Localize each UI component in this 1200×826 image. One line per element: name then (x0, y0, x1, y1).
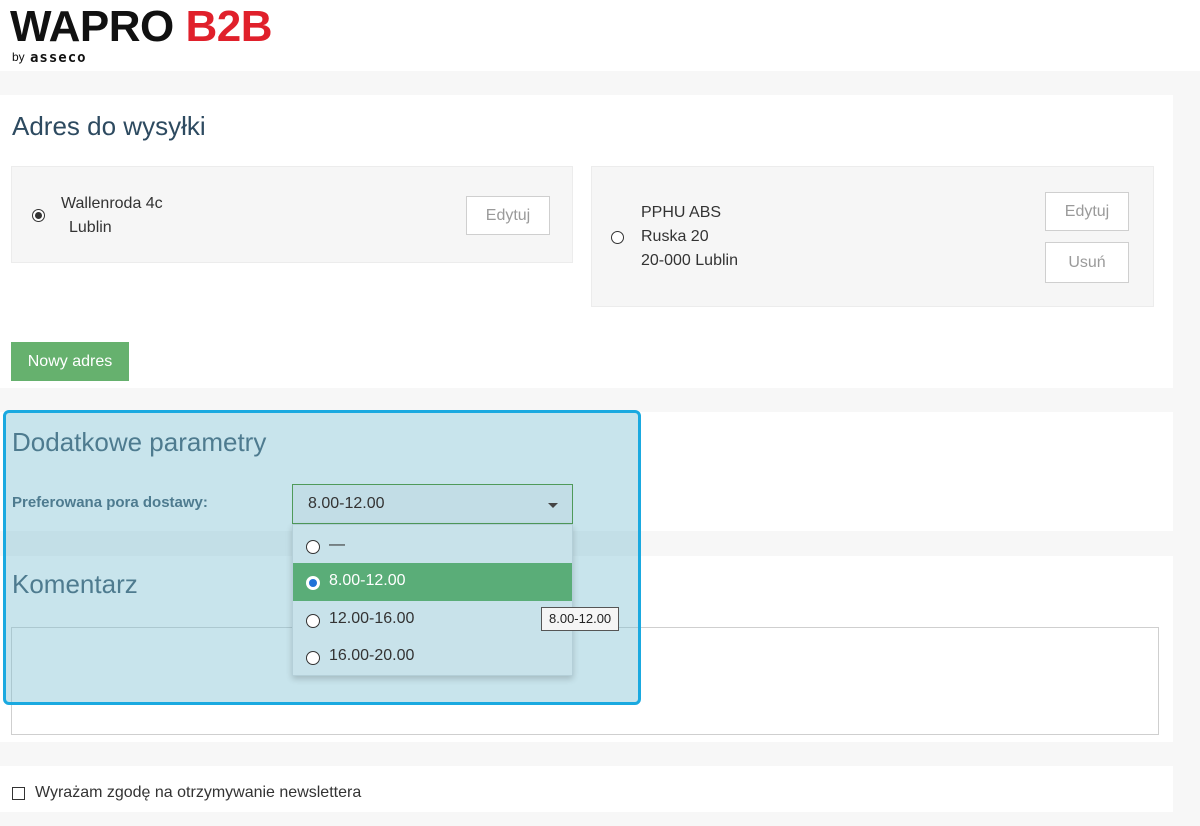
logo[interactable]: WAPRO B2B (10, 2, 272, 52)
edit-address-1-button[interactable]: Edytuj (466, 196, 550, 235)
logo-text: WAPRO (10, 2, 174, 51)
radio-icon (306, 651, 320, 665)
dropdown-option-12-16[interactable]: 12.00-16.00 (293, 601, 572, 639)
address-2-line3: 20-000 Lublin (641, 252, 738, 269)
new-address-button[interactable]: Nowy adres (11, 342, 129, 381)
newsletter-label[interactable]: Wyrażam zgodę na otrzymywanie newsletter… (35, 784, 361, 802)
dropdown-option-16-20[interactable]: 16.00-20.00 (293, 638, 572, 676)
delivery-time-value: 8.00-12.00 (308, 495, 385, 512)
radio-icon (306, 540, 320, 554)
address-radio-2[interactable] (611, 231, 624, 244)
option-label: 12.00-16.00 (329, 610, 415, 627)
address-1-line1: Wallenroda 4c (61, 195, 163, 212)
dropdown-option-none[interactable]: — (293, 527, 572, 565)
newsletter-checkbox[interactable] (12, 787, 25, 800)
address-card-1[interactable]: Wallenroda 4c Lublin Edytuj (11, 166, 573, 263)
chevron-down-icon[interactable] (548, 503, 558, 508)
option-label: 8.00-12.00 (329, 572, 406, 589)
edit-address-2-button[interactable]: Edytuj (1045, 192, 1129, 231)
delivery-time-select[interactable]: 8.00-12.00 (292, 484, 573, 524)
logo-brand: asseco (30, 50, 87, 66)
option-label: — (329, 536, 345, 553)
logo-by: by (12, 50, 25, 64)
tooltip: 8.00-12.00 (541, 607, 620, 631)
radio-icon (306, 614, 320, 628)
radio-selected-icon (306, 576, 320, 590)
delivery-time-dropdown: — 8.00-12.00 12.00-16.00 16.00-20.00 (292, 524, 573, 676)
logo-accent: B2B (185, 2, 272, 51)
address-1-line2: Lublin (69, 219, 112, 236)
option-label: 16.00-20.00 (329, 647, 415, 664)
delete-address-2-button[interactable]: Usuń (1045, 242, 1129, 283)
address-card-2[interactable]: PPHU ABS Ruska 20 20-000 Lublin Edytuj U… (591, 166, 1154, 307)
address-radio-1[interactable] (32, 209, 45, 222)
dropdown-option-8-12[interactable]: 8.00-12.00 (293, 563, 572, 601)
shipping-title: Adres do wysyłki (12, 111, 206, 141)
address-2-line2: Ruska 20 (641, 228, 709, 245)
shipping-panel: Adres do wysyłki Wallenroda 4c Lublin Ed… (0, 95, 1173, 388)
header: WAPRO B2B by asseco (0, 0, 1200, 71)
address-2-line1: PPHU ABS (641, 204, 722, 221)
